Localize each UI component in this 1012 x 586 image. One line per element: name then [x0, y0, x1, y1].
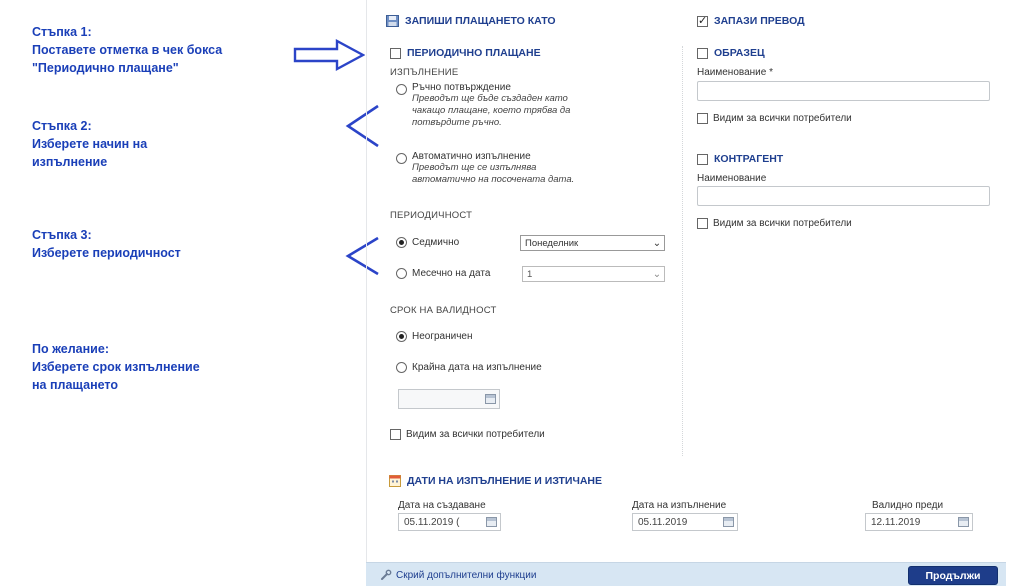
auto-hint-1: Преводът ще се изпълнява: [412, 162, 537, 173]
valid-before-input[interactable]: 12.11.2019: [865, 513, 973, 531]
exec-date-input[interactable]: 05.11.2019: [632, 513, 738, 531]
save-payment-header: ЗАПИШИ ПЛАЩАНЕТО КАТО: [386, 15, 556, 27]
month-day-select[interactable]: 1 ⌄: [522, 266, 665, 282]
hide-extra-functions-label: Скрий допълнителни функции: [396, 569, 537, 581]
calendar-icon[interactable]: [486, 517, 497, 527]
visible-all-checkbox[interactable]: [390, 429, 401, 440]
counterparty-visible-all-label: Видим за всички потребители: [713, 218, 852, 229]
end-date-option[interactable]: Крайна дата на изпълнение: [396, 362, 542, 373]
step1-instructions: Стъпка 1: Поставете отметка в чек бокса …: [32, 23, 222, 77]
counterparty-toggle[interactable]: КОНТРАГЕНТ: [697, 153, 783, 165]
step3-title: Стъпка 3:: [32, 228, 92, 242]
end-date-label: Крайна дата на изпълнение: [412, 362, 542, 373]
step1-line1: Поставете отметка в чек бокса: [32, 43, 223, 57]
unlimited-label: Неограничен: [412, 331, 473, 342]
step2-instructions: Стъпка 2: Изберете начин на изпълнение: [32, 117, 147, 171]
manual-confirmation-radio[interactable]: [396, 84, 407, 95]
auto-execution-label: Автоматично изпълнение: [412, 151, 531, 162]
optional-instructions: По желание: Изберете срок изпълнение на …: [32, 340, 200, 394]
step2-title: Стъпка 2:: [32, 119, 92, 133]
continue-button[interactable]: Продължи: [908, 566, 998, 585]
template-name-label: Наименование *: [697, 67, 773, 78]
hide-extra-functions-link[interactable]: Скрий допълнителни функции: [380, 569, 536, 581]
wrench-icon: [381, 569, 392, 580]
optional-title: По желание:: [32, 342, 109, 356]
periodicity-caption: ПЕРИОДИЧНОСТ: [390, 210, 473, 221]
manual-hint-3: потвърдите ръчно.: [412, 117, 502, 128]
template-label: ОБРАЗЕЦ: [714, 47, 765, 59]
auto-execution-option[interactable]: Автоматично изпълнение Преводът ще се из…: [396, 151, 574, 186]
dates-title: ДАТИ НА ИЗПЪЛНЕНИЕ И ИЗТИЧАНЕ: [407, 475, 603, 487]
template-name-input[interactable]: [697, 81, 990, 101]
counterparty-visible-all-checkbox[interactable]: [697, 218, 708, 229]
counterparty-name-input[interactable]: [697, 186, 990, 206]
counterparty-visible-all-option[interactable]: Видим за всички потребители: [697, 218, 852, 229]
validity-caption: СРОК НА ВАЛИДНОСТ: [390, 305, 497, 316]
optional-line1: Изберете срок изпълнение: [32, 360, 200, 374]
template-visible-all-label: Видим за всички потребители: [713, 113, 852, 124]
template-visible-all-option[interactable]: Видим за всички потребители: [697, 113, 852, 124]
chevron-down-icon: ⌄: [652, 237, 662, 249]
save-icon: [386, 15, 399, 27]
manual-confirmation-option[interactable]: Ръчно потвърждение Преводът ще бъде създ…: [396, 82, 570, 129]
manual-hint-1: Преводът ще бъде създаден като: [412, 93, 568, 104]
step3-instructions: Стъпка 3: Изберете периодичност: [32, 226, 181, 262]
weekly-option[interactable]: Седмично: [396, 237, 459, 248]
calendar-icon: [389, 475, 401, 487]
auto-execution-radio[interactable]: [396, 153, 407, 164]
month-day-select-value: 1: [527, 268, 533, 280]
exec-date-label: Дата на изпълнение: [632, 500, 727, 511]
manual-hint-2: чакащо плащане, което трябва да: [412, 105, 571, 116]
step1-line2: "Периодично плащане": [32, 61, 179, 75]
execution-caption: ИЗПЪЛНЕНИЕ: [390, 67, 459, 78]
periodic-payment-toggle[interactable]: ПЕРИОДИЧНО ПЛАЩАНЕ: [390, 47, 541, 59]
column-divider: [682, 46, 683, 456]
dates-header: ДАТИ НА ИЗПЪЛНЕНИЕ И ИЗТИЧАНЕ: [389, 475, 602, 487]
arrow-right-icon: [293, 38, 365, 72]
calendar-icon[interactable]: [485, 394, 496, 404]
step3-line1: Изберете периодичност: [32, 246, 181, 260]
counterparty-name-label: Наименование: [697, 173, 767, 184]
periodic-payment-checkbox[interactable]: [390, 47, 401, 59]
counterparty-label: КОНТРАГЕНТ: [714, 153, 784, 165]
visible-all-option[interactable]: Видим за всички потребители: [390, 429, 545, 440]
template-toggle[interactable]: ОБРАЗЕЦ: [697, 47, 765, 59]
unlimited-radio[interactable]: [396, 331, 407, 342]
optional-line2: на плащането: [32, 378, 118, 392]
created-date-label: Дата на създаване: [398, 500, 486, 511]
valid-before-value: 12.11.2019: [871, 516, 921, 528]
valid-before-label: Валидно преди: [872, 500, 944, 511]
auto-hint-2: автоматично на посочената дата.: [412, 174, 575, 185]
save-payment-title: ЗАПИШИ ПЛАЩАНЕТО КАТО: [405, 15, 556, 27]
template-checkbox[interactable]: [697, 47, 708, 59]
template-visible-all-checkbox[interactable]: [697, 113, 708, 124]
save-transfer-checkbox[interactable]: [697, 14, 708, 27]
calendar-icon[interactable]: [958, 517, 969, 527]
counterparty-checkbox[interactable]: [697, 153, 708, 165]
chevron-down-icon: ⌄: [652, 268, 662, 280]
footer-bar: Скрий допълнителни функции Продължи: [366, 562, 1006, 586]
visible-all-label: Видим за всички потребители: [406, 429, 545, 440]
save-transfer-toggle[interactable]: ЗАПАЗИ ПРЕВОД: [697, 14, 805, 27]
periodic-payment-label: ПЕРИОДИЧНО ПЛАЩАНЕ: [407, 47, 541, 59]
end-date-radio[interactable]: [396, 362, 407, 373]
weekday-select-value: Понеделник: [525, 237, 579, 249]
save-transfer-title: ЗАПАЗИ ПРЕВОД: [714, 15, 805, 27]
monthly-radio[interactable]: [396, 268, 407, 279]
created-date-value: 05.11.2019 (: [404, 516, 460, 528]
exec-date-value: 05.11.2019: [638, 516, 688, 528]
weekly-label: Седмично: [412, 237, 460, 248]
step2-line1: Изберете начин на: [32, 137, 148, 151]
monthly-option[interactable]: Месечно на дата: [396, 268, 490, 279]
weekly-radio[interactable]: [396, 237, 407, 248]
monthly-label: Месечно на дата: [412, 268, 491, 279]
manual-confirmation-label: Ръчно потвърждение: [412, 82, 511, 93]
step2-line2: изпълнение: [32, 155, 108, 169]
created-date-input[interactable]: 05.11.2019 (: [398, 513, 501, 531]
end-date-input[interactable]: [398, 389, 500, 409]
unlimited-option[interactable]: Неограничен: [396, 331, 473, 342]
step1-title: Стъпка 1:: [32, 25, 92, 39]
weekday-select[interactable]: Понеделник ⌄: [520, 235, 665, 251]
calendar-icon[interactable]: [723, 517, 734, 527]
